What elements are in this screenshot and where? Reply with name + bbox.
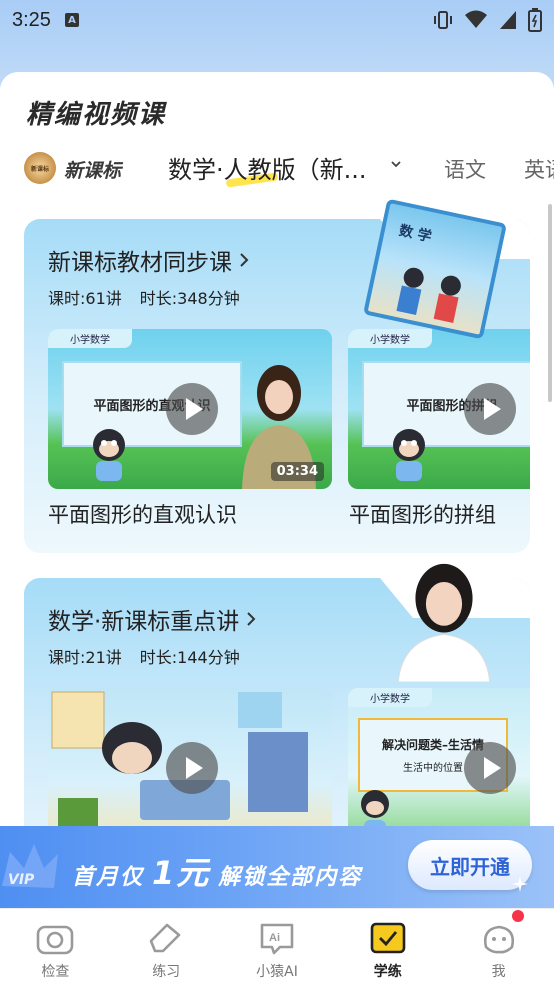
- chevron-down-icon[interactable]: [390, 158, 402, 170]
- vip-text-a: 首月仅: [72, 865, 145, 890]
- vip-price: 1元: [152, 854, 211, 892]
- nav-practice[interactable]: 练习: [111, 909, 222, 984]
- status-bar: 3:25 A: [0, 0, 554, 40]
- check-box-icon: [370, 922, 406, 954]
- board-subtext: 生活中的位置: [403, 763, 463, 774]
- card-meta: 课时:61讲 时长:348分钟: [48, 285, 240, 309]
- textbook-cover-image: 数 学: [363, 198, 507, 340]
- status-time: 3:25: [12, 8, 51, 31]
- tab-english[interactable]: 英语: [524, 154, 554, 184]
- video-thumbnail[interactable]: [48, 688, 332, 848]
- vip-crown-icon: VIP: [0, 838, 62, 900]
- book-kids-illustration-icon: [396, 267, 461, 323]
- subject-chip: 小学数学: [348, 329, 432, 348]
- ai-chat-icon: Ai: [260, 923, 294, 955]
- teacher-portrait-icon: [397, 563, 491, 682]
- subject-chip: 小学数学: [348, 688, 432, 707]
- chevron-right-icon: [247, 612, 256, 626]
- svg-text:Ai: Ai: [269, 932, 280, 944]
- nav-ai[interactable]: Ai 小猿AI: [222, 909, 333, 984]
- camera-icon: [37, 925, 74, 955]
- nav-check[interactable]: 检查: [0, 909, 111, 984]
- mascot-monkey-icon: [93, 429, 125, 481]
- profile-face-icon: [483, 925, 514, 954]
- mascot-monkey-icon: [393, 429, 425, 481]
- nav-me[interactable]: 我: [443, 909, 554, 984]
- video-duration: 03:34: [270, 462, 324, 481]
- tab-chinese[interactable]: 语文: [444, 154, 486, 184]
- lesson-count: 课时:61讲: [48, 289, 122, 308]
- total-duration: 时长:144分钟: [139, 648, 240, 667]
- book-label: 数 学: [397, 222, 433, 246]
- vip-badge-text: VIP: [8, 872, 35, 888]
- new-standard-badge-icon: 新课标: [24, 152, 56, 184]
- battery-icon: [528, 8, 542, 32]
- tab-math-active[interactable]: 数学·人教版（新...: [168, 150, 367, 188]
- card-title[interactable]: 新课标教材同步课: [48, 243, 250, 277]
- scrollbar[interactable]: [548, 204, 552, 402]
- wifi-icon: [465, 10, 487, 28]
- bottom-navigation: 检查 练习 Ai 小猿AI 学练 我: [0, 908, 554, 984]
- notification-a-icon: A: [64, 13, 79, 27]
- chevron-right-icon: [240, 253, 249, 267]
- notification-dot: [512, 910, 524, 922]
- play-icon[interactable]: [166, 742, 218, 794]
- nav-learn-active[interactable]: 学练: [332, 909, 443, 984]
- crown-shape-icon: [2, 844, 58, 888]
- pencil-icon: [149, 923, 181, 953]
- badge-text: 新课标: [30, 165, 49, 173]
- nav-label: 检查: [41, 964, 70, 980]
- video-thumbnail[interactable]: 小学数学 解决问题类–生活情 生活中的位置: [348, 688, 530, 848]
- nav-label: 练习: [152, 964, 181, 980]
- content-sheet: 精编视频课 新课标 新课标 数学·人教版（新... 语文 英语 新课标教材同步课…: [0, 72, 554, 984]
- play-icon[interactable]: [166, 383, 218, 435]
- subject-tabs: 新课标 新课标 数学·人教版（新... 语文 英语: [0, 146, 554, 192]
- card-title[interactable]: 数学·新课标重点讲: [48, 602, 257, 636]
- nav-label: 小猿AI: [256, 964, 298, 980]
- tab-new-standard[interactable]: 新课标: [64, 156, 121, 183]
- nav-label: 学练: [373, 964, 402, 980]
- card-title-text: 数学·新课标重点讲: [48, 609, 240, 635]
- video-thumbnail[interactable]: 小学数学 平面图形的直观认识 03:34: [48, 329, 332, 489]
- play-icon[interactable]: [464, 383, 516, 435]
- board-text: 解决问题类–生活情: [381, 738, 484, 752]
- total-duration: 时长:348分钟: [139, 289, 240, 308]
- signal-icon: [500, 11, 516, 29]
- video-title[interactable]: 平面图形的直观认识: [48, 499, 237, 529]
- play-icon[interactable]: [464, 742, 516, 794]
- video-title[interactable]: 平面图形的拼组: [349, 499, 496, 529]
- nav-label: 我: [491, 964, 506, 980]
- vip-text-c: 解锁全部内容: [218, 865, 363, 890]
- page-title: 精编视频课: [26, 100, 167, 130]
- sparkle-icon: [512, 876, 528, 892]
- vibrate-icon: [434, 11, 452, 29]
- vip-promo-banner[interactable]: VIP 首月仅 1元 解锁全部内容 立即开通: [0, 826, 554, 908]
- vip-headline: 首月仅 1元 解锁全部内容: [72, 848, 362, 894]
- card-meta: 课时:21讲 时长:144分钟: [48, 644, 240, 668]
- lesson-count: 课时:21讲: [48, 648, 122, 667]
- status-icons: [432, 8, 542, 32]
- video-thumbnail[interactable]: 小学数学 平面图形的拼组: [348, 329, 530, 489]
- subject-chip: 小学数学: [48, 329, 132, 348]
- card-title-text: 新课标教材同步课: [48, 250, 232, 276]
- tab-math-label: 数学·人教版（新...: [168, 156, 367, 184]
